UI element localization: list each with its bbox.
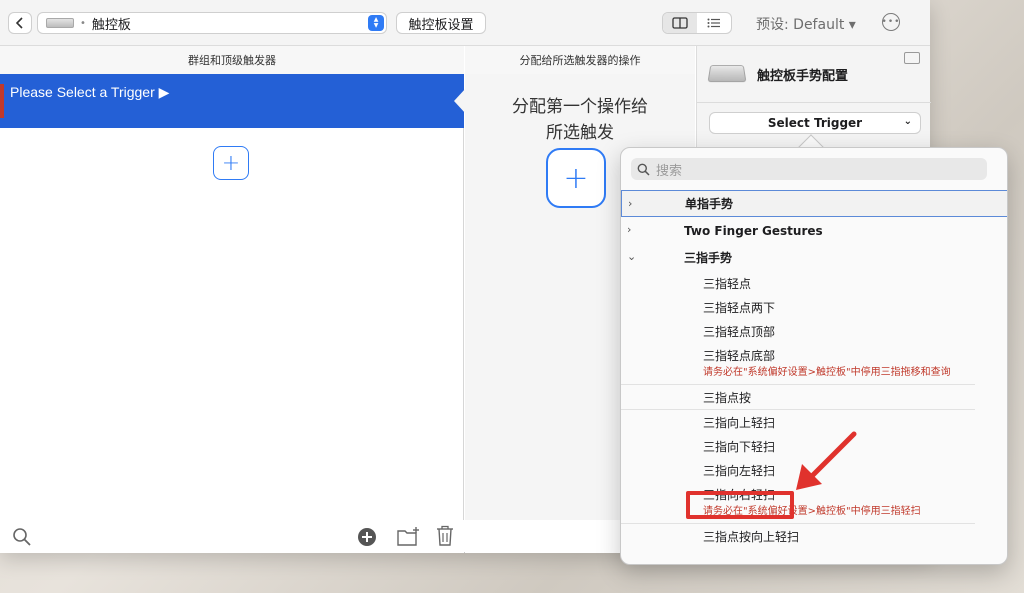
more-options-icon[interactable]: ••• <box>882 13 900 31</box>
list-item-three-finger-swipe-right[interactable]: 三指向右轻扫 请务必在"系统偏好设置>触控板"中停用三指轻扫 <box>621 482 1007 523</box>
trackpad-large-icon <box>707 65 747 83</box>
list-view-button[interactable] <box>697 13 731 33</box>
category-label: Two Finger Gestures <box>684 223 823 238</box>
trigger-popup: 搜索 › 单指手势 › Two Finger Gestures ⌄ 三指手势 三… <box>620 147 1008 565</box>
list-item[interactable]: 三指向上轻扫 <box>621 410 1007 434</box>
trigger-list: › 单指手势 › Two Finger Gestures ⌄ 三指手势 三指轻点… <box>621 190 1007 548</box>
new-folder-icon[interactable] <box>396 526 422 548</box>
selected-trigger-row[interactable]: Please Select a Trigger ▶ <box>0 74 464 128</box>
list-item-warning: 请务必在"系统偏好设置>触控板"中停用三指拖移和查询 <box>703 367 951 378</box>
add-action-button[interactable]: + <box>546 148 606 208</box>
assign-hint-line2: 所选触发 <box>546 123 614 143</box>
chevron-right-icon: › <box>627 223 632 236</box>
category-three-finger[interactable]: ⌄ 三指手势 <box>621 244 1007 271</box>
config-divider <box>697 102 931 103</box>
up-down-stepper-icon: ▲ ▼ <box>368 15 384 31</box>
list-item[interactable]: 三指向下轻扫 <box>621 434 1007 458</box>
select-trigger-dropdown[interactable]: Select Trigger ⌄ <box>709 112 921 134</box>
selected-trigger-label: Please Select a Trigger ▶ <box>10 84 170 100</box>
list-item-warning: 请务必在"系统偏好设置>触控板"中停用三指轻扫 <box>703 506 921 517</box>
config-title: 触控板手势配置 <box>757 69 849 84</box>
add-trigger-button[interactable]: + <box>213 146 249 180</box>
chevron-down-icon: ⌄ <box>627 250 637 263</box>
list-item-label: 三指轻点底部 <box>703 349 776 363</box>
left-column-header: 群组和顶级触发器 <box>0 46 464 74</box>
trackpad-settings-button[interactable]: 触控板设置 <box>396 12 486 34</box>
search-placeholder: 搜索 <box>656 163 683 179</box>
list-item[interactable]: 三指轻点 <box>621 271 1007 295</box>
left-footer-bar <box>0 520 464 553</box>
toolbar: • 触控板 ▲ ▼ 触控板设置 预设: Default ▾ ••• <box>0 0 930 46</box>
assign-hint-line1: 分配第一个操作给 <box>512 97 648 117</box>
preset-menu[interactable]: 预设: Default ▾ <box>756 14 856 34</box>
trash-icon[interactable] <box>436 525 454 547</box>
search-icon[interactable] <box>12 527 32 547</box>
select-trigger-label: Select Trigger <box>767 116 863 130</box>
list-item[interactable]: 三指轻点顶部 <box>621 319 1007 343</box>
category-single-finger[interactable]: › 单指手势 <box>621 190 1007 217</box>
assign-action-hint: 分配第一个操作给 所选触发 <box>465 94 695 146</box>
category-two-finger[interactable]: › Two Finger Gestures <box>621 217 1007 244</box>
list-item[interactable]: 三指点按 <box>621 385 1007 409</box>
category-label: 单指手势 <box>685 197 734 211</box>
row-accent-bar <box>0 84 4 118</box>
add-circle-icon[interactable] <box>357 527 377 547</box>
columns-view-button[interactable] <box>663 13 697 33</box>
view-toggle[interactable] <box>662 12 732 34</box>
device-dot: • <box>80 17 86 29</box>
window-icon[interactable] <box>904 52 920 64</box>
mid-column-header: 分配给所选触发器的操作 <box>465 46 695 74</box>
search-icon <box>637 163 650 176</box>
list-item[interactable]: 三指轻点两下 <box>621 295 1007 319</box>
device-select[interactable]: • 触控板 ▲ ▼ <box>37 12 387 34</box>
trigger-list-pane: Please Select a Trigger ▶ + <box>0 74 466 520</box>
chevron-right-icon: › <box>628 197 633 210</box>
search-field[interactable]: 搜索 <box>631 158 987 180</box>
list-item[interactable]: 三指向左轻扫 <box>621 458 1007 482</box>
chevron-down-icon: ⌄ <box>903 116 912 127</box>
back-button[interactable] <box>8 12 32 34</box>
list-icon <box>707 18 720 28</box>
category-label: 三指手势 <box>684 251 733 265</box>
chevron-left-icon <box>16 17 23 29</box>
columns-icon <box>672 17 688 29</box>
device-label: 触控板 <box>91 17 131 33</box>
trackpad-icon <box>46 18 74 28</box>
list-item[interactable]: 三指轻点底部 请务必在"系统偏好设置>触控板"中停用三指拖移和查询 <box>621 343 1007 384</box>
list-item[interactable]: 三指点按向上轻扫 <box>621 524 1007 548</box>
list-item-label: 三指向右轻扫 <box>703 488 776 502</box>
